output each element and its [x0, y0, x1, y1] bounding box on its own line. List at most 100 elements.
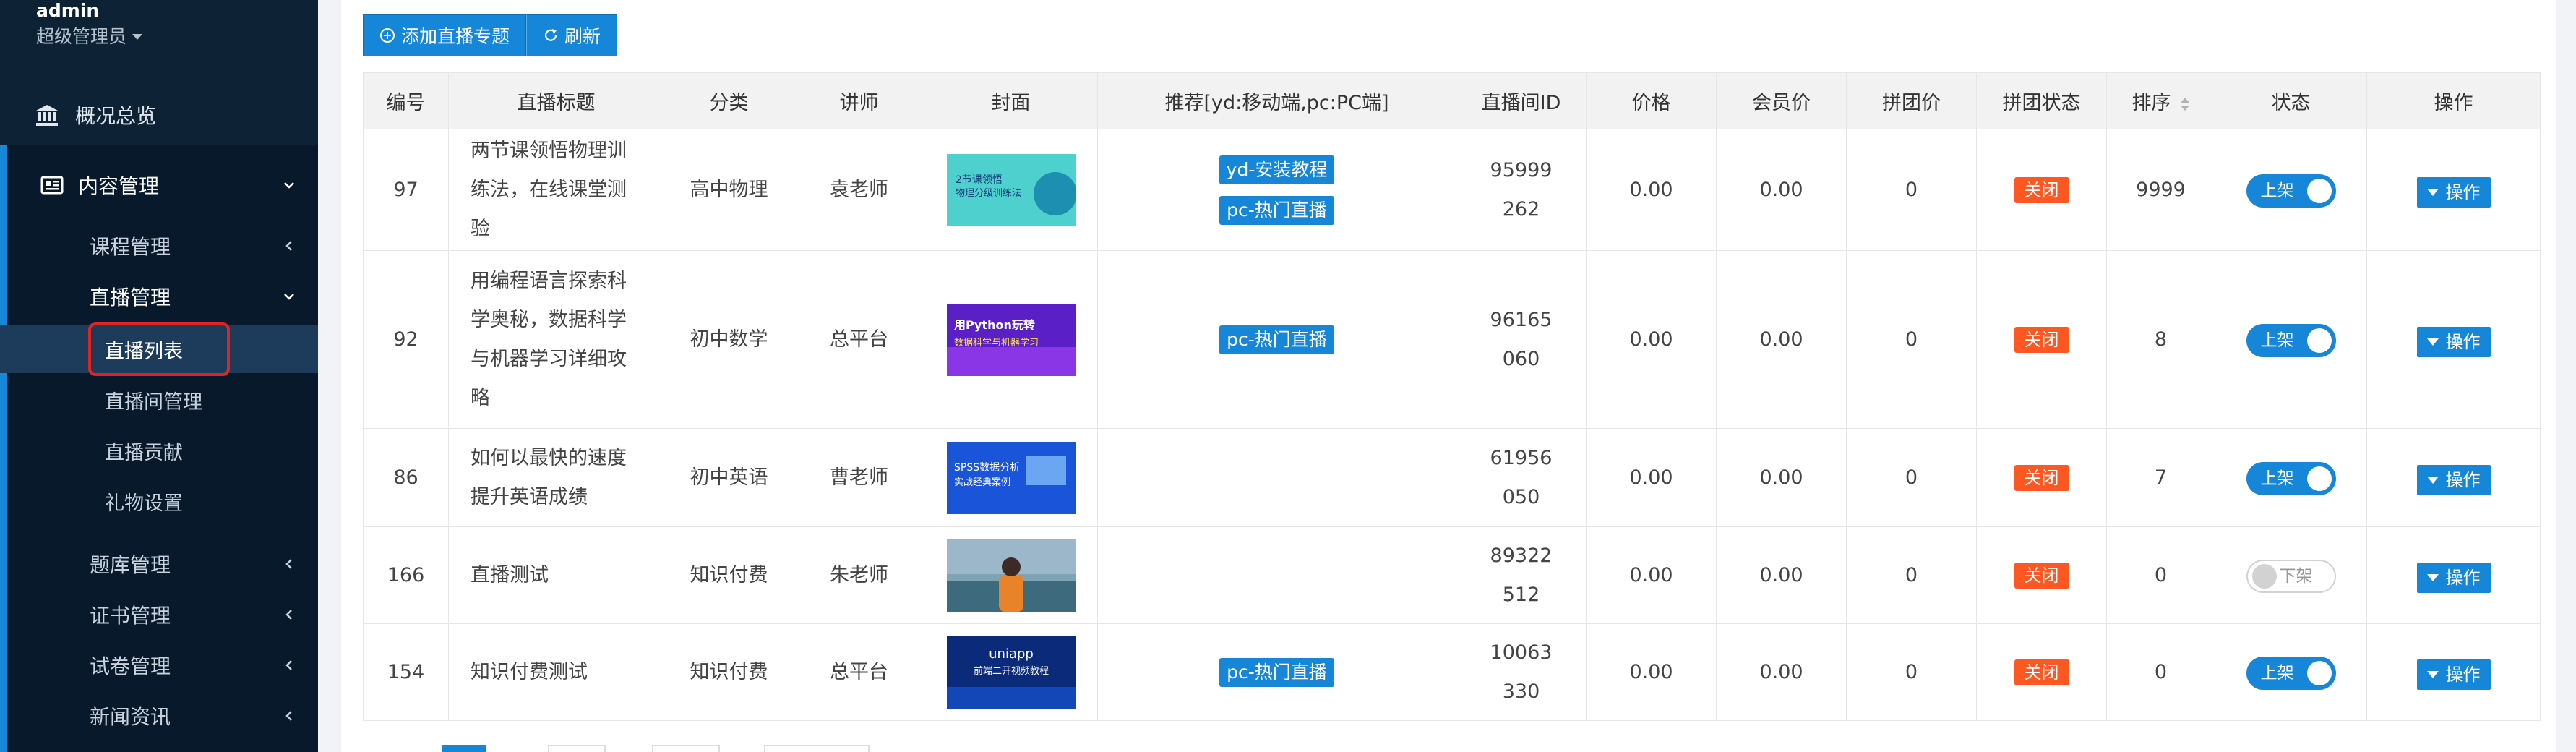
col-room-id: 直播间ID — [1456, 72, 1587, 129]
cell-teacher: 袁老师 — [794, 129, 924, 251]
chevron-left-icon — [285, 241, 292, 251]
col-recommend: 推荐[yd:移动端,pc:PC端] — [1097, 72, 1456, 129]
chevron-left-icon — [285, 711, 292, 721]
sidebar-item-course[interactable]: 课程管理 — [0, 224, 318, 268]
cover-text: 2节课领悟 — [956, 174, 1003, 186]
cell-sort[interactable]: 0 — [2106, 623, 2215, 721]
cell-group-price: 0 — [1846, 623, 1977, 721]
sidebar-item-question-bank[interactable]: 题库管理 — [0, 542, 318, 586]
chevron-left-icon — [285, 660, 292, 670]
cell-group-price: 0 — [1846, 250, 1977, 429]
cell-status: 上架 — [2215, 129, 2367, 251]
refresh-button[interactable]: 刷新 — [526, 14, 618, 56]
cell-sort[interactable]: 0 — [2106, 526, 2215, 624]
action-label: 操作 — [2445, 469, 2481, 490]
caret-down-icon — [2426, 573, 2439, 581]
sidebar-item-label: 试卷管理 — [90, 654, 171, 678]
user-role[interactable]: 超级管理员 — [36, 22, 143, 52]
status-toggle[interactable]: 上架 — [2246, 656, 2336, 690]
col-cover: 封面 — [924, 72, 1098, 129]
caret-down-icon — [2426, 338, 2439, 346]
group-status-badge: 关闭 — [2014, 176, 2069, 203]
col-id: 编号 — [363, 72, 449, 129]
status-toggle[interactable]: 上架 — [2246, 461, 2336, 495]
user-box[interactable]: admin 超级管理员 — [36, 0, 143, 52]
bank-icon — [36, 105, 58, 126]
col-price: 价格 — [1586, 72, 1717, 129]
cell-group-status: 关闭 — [1976, 526, 2107, 624]
page-size-select[interactable] — [764, 745, 870, 752]
cell-teacher: 总平台 — [794, 250, 924, 429]
page-button[interactable] — [548, 745, 606, 752]
sidebar-item-live[interactable]: 直播管理 — [0, 275, 318, 318]
sidebar: admin 超级管理员 概况总览 内容管理 课程管理 直播管理 直播列表 直播间… — [0, 0, 318, 752]
cover-image[interactable]: 2节课领悟 物理分级训练法 — [946, 153, 1076, 226]
group-status-badge: 关闭 — [2014, 464, 2069, 491]
toggle-knob — [2306, 178, 2332, 203]
group-status-badge: 关闭 — [2014, 562, 2069, 589]
sidebar-item-news[interactable]: 新闻资讯 — [0, 694, 318, 738]
cell-room-id: 96165060 — [1456, 250, 1587, 429]
group-status-badge: 关闭 — [2014, 659, 2069, 685]
cell-cover — [924, 526, 1098, 624]
col-group-price: 拼团价 — [1846, 72, 1977, 129]
action-dropdown-button[interactable]: 操作 — [2416, 562, 2491, 593]
add-live-topic-button[interactable]: 添加直播专题 — [363, 14, 527, 56]
cell-member-price: 0.00 — [1716, 129, 1847, 251]
cell-teacher: 曹老师 — [794, 428, 924, 527]
cell-cover: uniapp 前端二开视频教程 — [924, 623, 1098, 721]
action-dropdown-button[interactable]: 操作 — [2416, 176, 2491, 208]
status-toggle-label: 上架 — [2260, 181, 2294, 200]
refresh-icon — [544, 29, 557, 41]
table-row: 97 两节课领悟物理训练法，在线课堂测验 高中物理 袁老师 2节课领悟 物理分级… — [363, 129, 2541, 251]
cell-sort[interactable]: 8 — [2106, 250, 2215, 429]
status-toggle-label: 上架 — [2260, 663, 2294, 683]
cover-image[interactable] — [946, 539, 1076, 612]
sidebar-item-exam[interactable]: 试卷管理 — [0, 644, 318, 687]
cell-id: 154 — [363, 623, 449, 721]
cell-sort[interactable]: 9999 — [2106, 129, 2215, 251]
cell-price: 0.00 — [1586, 526, 1717, 624]
status-toggle[interactable]: 下架 — [2246, 559, 2336, 593]
action-label: 操作 — [2445, 181, 2481, 202]
cover-image[interactable]: 用Python玩转 数据科学与机器学习 — [946, 303, 1076, 376]
table-header-row: 编号 直播标题 分类 讲师 封面 推荐[yd:移动端,pc:PC端] 直播间ID… — [363, 72, 2541, 129]
sidebar-item-certificate[interactable]: 证书管理 — [0, 593, 318, 636]
cell-status: 上架 — [2215, 250, 2367, 429]
newspaper-icon — [40, 176, 64, 195]
cover-text: 物理分级训练法 — [956, 188, 1021, 199]
col-sort[interactable]: 排序 — [2106, 72, 2215, 129]
sidebar-item-label: 题库管理 — [90, 553, 171, 577]
user-role-label: 超级管理员 — [36, 26, 127, 47]
cell-title: 如何以最快的速度提升英语成绩 — [448, 428, 664, 527]
sidebar-subitem-live-contribution[interactable]: 直播贡献 — [0, 427, 318, 474]
recommend-tag: yd-安装教程 — [1219, 155, 1335, 184]
cell-action: 操作 — [2366, 129, 2541, 251]
action-dropdown-button[interactable]: 操作 — [2416, 464, 2491, 495]
cover-image[interactable]: uniapp 前端二开视频教程 — [946, 636, 1076, 709]
cell-member-price: 0.00 — [1716, 428, 1847, 527]
cell-action: 操作 — [2366, 428, 2541, 527]
recommend-tag: pc-热门直播 — [1219, 657, 1334, 687]
sort-icon[interactable] — [2180, 97, 2190, 111]
sidebar-group-content[interactable]: 内容管理 — [0, 158, 318, 213]
sidebar-item-overview[interactable]: 概况总览 — [0, 85, 318, 145]
action-dropdown-button[interactable]: 操作 — [2416, 326, 2491, 357]
cell-cover: 2节课领悟 物理分级训练法 — [924, 129, 1098, 251]
cell-sort[interactable]: 7 — [2106, 428, 2215, 527]
cell-title: 直播测试 — [448, 526, 664, 624]
action-label: 操作 — [2445, 664, 2481, 685]
col-status: 状态 — [2215, 72, 2367, 129]
action-dropdown-button[interactable]: 操作 — [2416, 659, 2491, 690]
status-toggle[interactable]: 上架 — [2246, 174, 2336, 208]
toggle-knob — [2306, 660, 2332, 685]
page-button-current[interactable] — [442, 745, 486, 752]
page-button[interactable] — [652, 745, 720, 752]
sidebar-subitem-gift-settings[interactable]: 礼物设置 — [0, 477, 318, 525]
status-toggle[interactable]: 上架 — [2246, 323, 2336, 357]
sidebar-subitem-label: 直播贡献 — [105, 441, 183, 464]
cell-recommend: pc-热门直播 — [1097, 623, 1456, 721]
cell-group-status: 关闭 — [1976, 129, 2107, 251]
cover-image[interactable]: SPSS数据分析 实战经典案例 — [946, 441, 1076, 514]
sidebar-subitem-live-room[interactable]: 直播间管理 — [0, 376, 318, 424]
